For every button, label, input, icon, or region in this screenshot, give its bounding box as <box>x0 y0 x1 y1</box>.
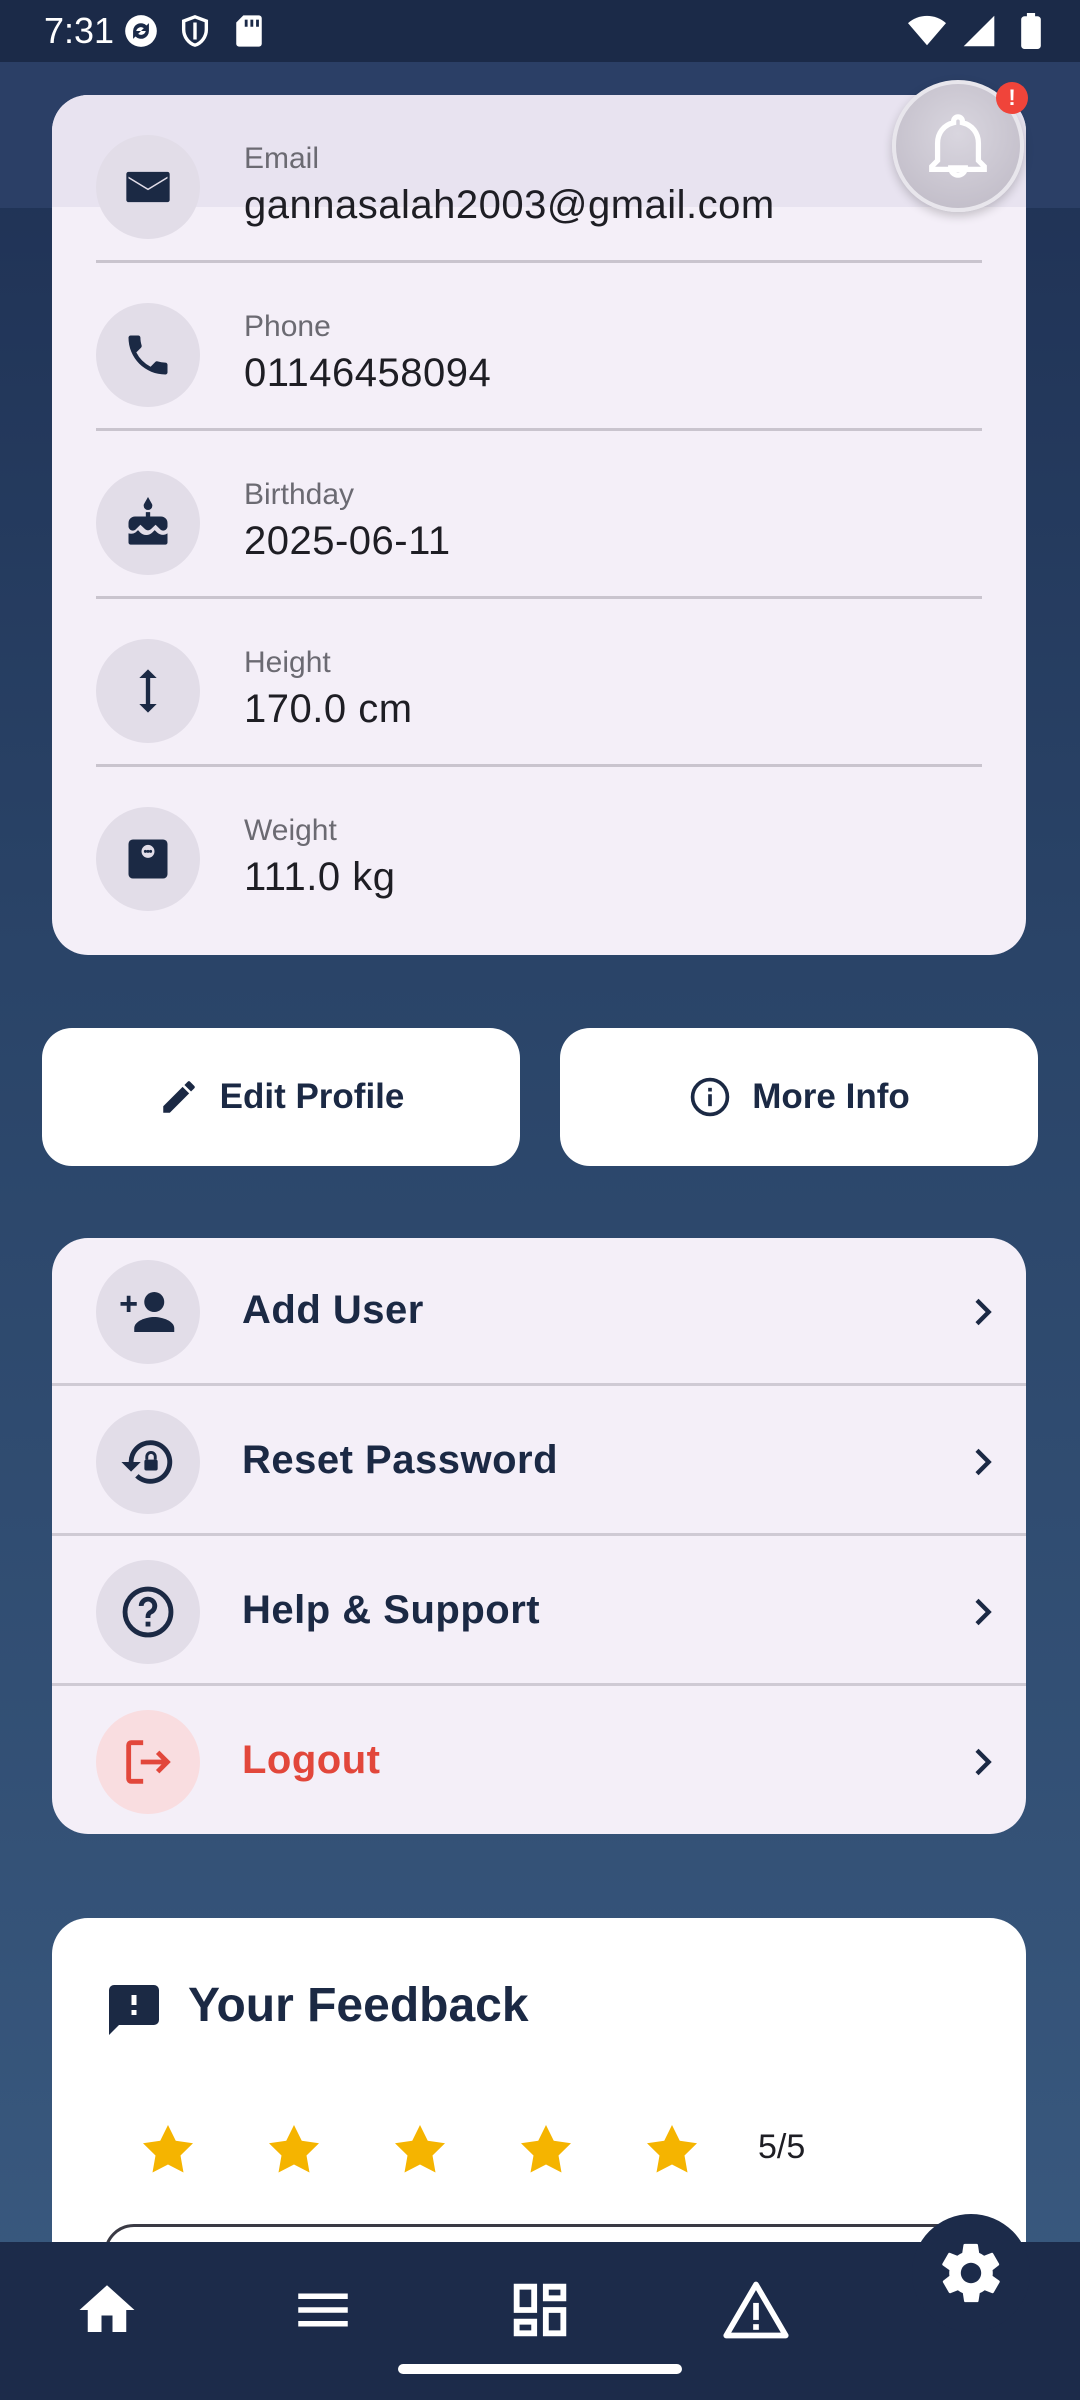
logout-icon <box>96 1710 200 1814</box>
menu-item-logout[interactable]: Logout <box>52 1688 1026 1834</box>
star-icon[interactable] <box>258 2114 330 2186</box>
birthday-label: Birthday <box>244 478 355 511</box>
divider <box>52 1533 1026 1536</box>
divider <box>52 1683 1026 1686</box>
more-info-button[interactable]: More Info <box>560 1028 1038 1166</box>
profile-info-card: Email gannasalah2003@gmail.com Phone 011… <box>52 95 1026 955</box>
bell-icon <box>929 114 987 178</box>
email-label: Email <box>244 142 320 175</box>
birthday-value: 2025-06-11 <box>244 519 451 563</box>
lock-reset-icon <box>96 1410 200 1514</box>
edit-icon <box>162 1081 195 1113</box>
height-icon <box>96 639 200 743</box>
chevron-right-icon <box>956 1286 1008 1338</box>
add-user-icon <box>96 1260 200 1364</box>
height-label: Height <box>244 646 331 679</box>
star-icon[interactable] <box>636 2114 708 2186</box>
weight-value: 111.0 kg <box>244 855 396 899</box>
chevron-right-icon <box>956 1436 1008 1488</box>
edit-profile-button[interactable]: Edit Profile <box>42 1028 520 1166</box>
star-icon[interactable] <box>384 2114 456 2186</box>
edit-profile-label: Edit Profile <box>219 1077 405 1116</box>
chevron-right-icon <box>956 1586 1008 1638</box>
signal-icon <box>960 12 998 50</box>
notification-badge: ! <box>996 82 1028 114</box>
menu-icon <box>298 2293 348 2327</box>
weight-row: Weight 111.0 kg <box>96 767 982 935</box>
rating-value: 5/5 <box>758 2128 806 2166</box>
email-row: Email gannasalah2003@gmail.com <box>96 95 982 263</box>
email-icon <box>96 135 200 239</box>
phone-label: Phone <box>244 310 331 343</box>
chevron-right-icon <box>956 1736 1008 1788</box>
menu-item-help-support[interactable]: Help & Support <box>52 1538 1026 1686</box>
feedback-icon <box>109 1985 159 2035</box>
status-bar: 7:31 <box>0 0 1080 62</box>
menu-item-add-user[interactable]: Add User <box>52 1238 1026 1386</box>
cake-icon <box>96 471 200 575</box>
dashboard-icon <box>513 2283 567 2337</box>
status-time: 7:31 <box>44 10 115 51</box>
info-icon <box>691 1077 730 1117</box>
feedback-title: Your Feedback <box>188 1979 529 2032</box>
email-value: gannasalah2003@gmail.com <box>244 183 775 227</box>
settings-icon <box>942 2243 1000 2303</box>
star-rating[interactable] <box>132 2114 708 2186</box>
phone-icon <box>96 303 200 407</box>
nav-home[interactable] <box>67 2270 147 2350</box>
menu-item-reset-password[interactable]: Reset Password <box>52 1388 1026 1536</box>
menu-label: Add User <box>242 1288 424 1332</box>
sync-icon <box>122 12 160 50</box>
phone-value: 01146458094 <box>244 351 492 395</box>
battery-icon <box>1012 12 1050 50</box>
scale-icon <box>96 807 200 911</box>
more-info-label: More Info <box>752 1077 910 1116</box>
menu-label: Help & Support <box>242 1588 541 1632</box>
nav-dashboard[interactable] <box>500 2270 580 2350</box>
home-gesture-bar[interactable] <box>398 2364 682 2374</box>
star-icon[interactable] <box>510 2114 582 2186</box>
settings-fab[interactable] <box>912 2214 1030 2332</box>
weight-label: Weight <box>244 814 337 847</box>
wifi-icon <box>908 12 946 50</box>
menu-label: Logout <box>242 1738 381 1782</box>
nav-menu[interactable] <box>283 2270 363 2350</box>
shield-icon <box>176 12 214 50</box>
warning-icon <box>723 2281 789 2339</box>
birthday-row: Birthday 2025-06-11 <box>96 431 982 599</box>
nav-alerts[interactable] <box>716 2270 796 2350</box>
height-row: Height 170.0 cm <box>96 599 982 767</box>
phone-row: Phone 01146458094 <box>96 263 982 431</box>
height-value: 170.0 cm <box>244 687 413 731</box>
star-icon[interactable] <box>132 2114 204 2186</box>
divider <box>52 1383 1026 1386</box>
home-icon <box>79 2285 135 2332</box>
account-menu-card: Add User Reset Password Help & Support L… <box>52 1238 1026 1834</box>
menu-label: Reset Password <box>242 1438 559 1482</box>
sd-card-icon <box>230 12 268 50</box>
help-icon <box>96 1560 200 1664</box>
